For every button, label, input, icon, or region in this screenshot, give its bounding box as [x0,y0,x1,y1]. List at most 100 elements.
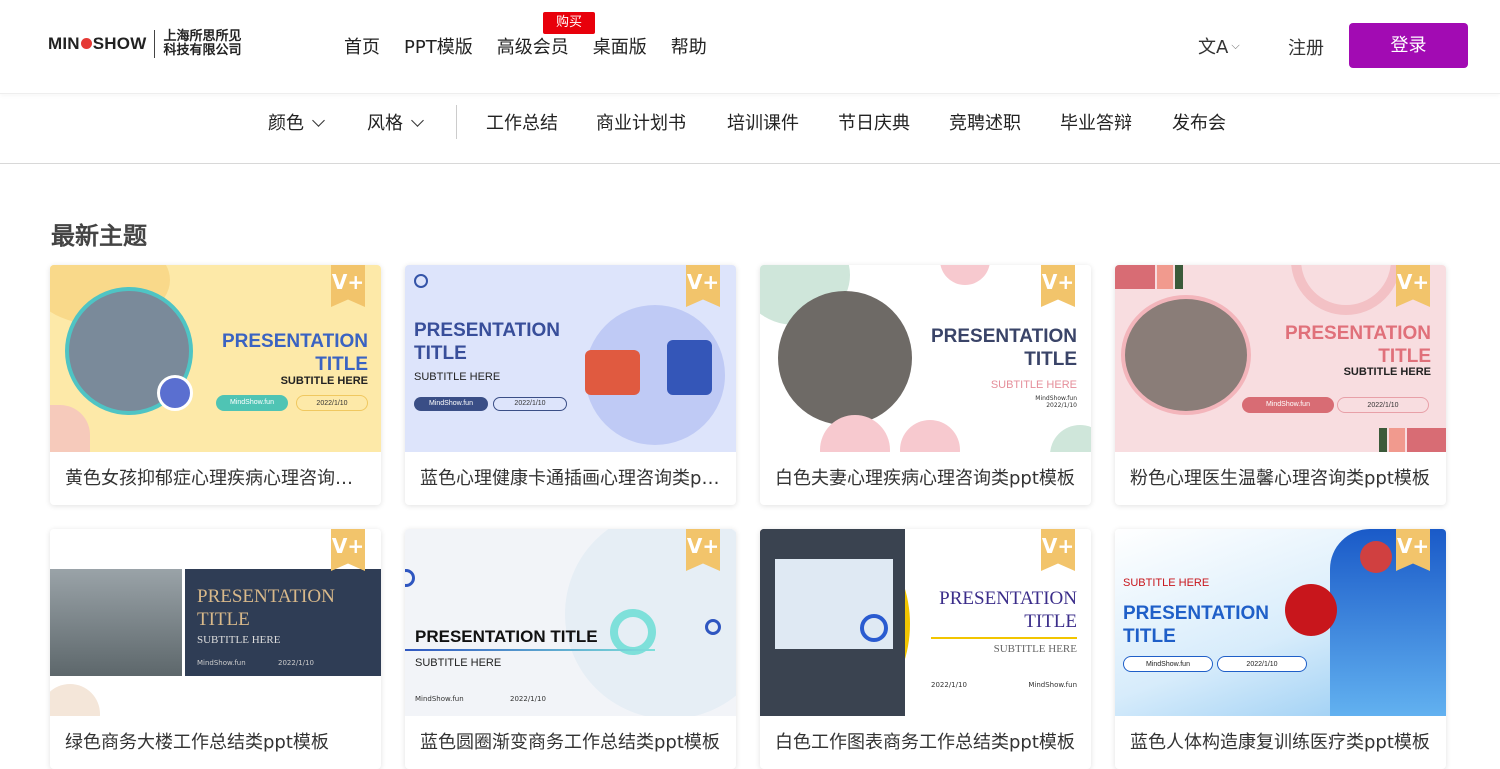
slide-subtitle: SUBTITLE HERE [197,634,281,646]
translate-icon: 文A [1198,37,1229,58]
slide-subtitle: SUBTITLE HERE [1343,366,1431,378]
logo-dot-icon [80,38,92,49]
category-training[interactable]: 培训课件 [727,109,799,135]
nav-ppt-templates[interactable]: PPT模版 [404,33,473,59]
slide-date: 2022/1/10 [1337,397,1429,413]
category-business-plan[interactable]: 商业计划书 [596,109,686,135]
slide-site: MindShow.fun [197,659,246,667]
buy-badge: 购买 [543,12,595,34]
slide-date: 2022/1/10 [493,397,567,411]
vip-badge-icon: V+ [331,265,365,307]
section-title: 最新主题 [51,222,147,250]
category-festival[interactable]: 节日庆典 [838,109,910,135]
nav-help[interactable]: 帮助 [671,33,707,59]
top-navbar: MIN SHOW 上海所思所见 科技有限公司 首页 PPT模版 高级会员 桌面版 … [0,0,1500,94]
template-name[interactable]: 绿色商务大楼工作总结类ppt模板 [50,716,381,769]
template-thumbnail: PRESENTATION TITLE SUBTITLE HERE MindShow… [405,265,736,452]
chevron-down-icon [312,114,325,127]
slide-subtitle: SUBTITLE HERE [1123,577,1210,589]
slide-site: MindShow.fun [216,395,288,411]
slide-meta: MindShow.fun 2022/1/10 [1035,395,1077,409]
slide-subtitle: SUBTITLE HERE [415,657,502,669]
photo-doctor [1121,295,1251,415]
template-card[interactable]: PRESENTATION TITLE SUBTITLE HERE MindShow… [50,265,381,505]
template-thumbnail: PRESENTATION TITLE SUBTITLE HERE MindShow… [50,265,381,452]
slide-title: PRESENTATION TITLE [197,586,335,630]
template-name[interactable]: 黄色女孩抑郁症心理疾病心理咨询类ppt模板 [50,452,381,505]
slide-title: PRESENTATION TITLE [1123,603,1270,647]
nav-home[interactable]: 首页 [344,33,380,59]
template-card[interactable]: PRESENTATION TITLE SUBTITLE HERE MindShow… [50,529,381,769]
template-card[interactable]: PRESENTATION TITLE SUBTITLE HERE MindShow… [405,265,736,505]
template-name[interactable]: 蓝色心理健康卡通插画心理咨询类ppt模板 [405,452,736,505]
template-name[interactable]: 蓝色人体构造康复训练医疗类ppt模板 [1115,716,1446,769]
login-button[interactable]: 登录 [1349,23,1468,68]
main-nav: 首页 PPT模版 高级会员 桌面版 帮助 [344,33,731,59]
slide-site: MindShow.fun [415,695,464,703]
template-thumbnail: PRESENTATION TITLE SUBTITLE HERE MindShow… [50,529,381,716]
slide-subtitle: SUBTITLE HERE [990,379,1077,391]
slide-site: MindShow.fun [1028,681,1077,689]
slide-title: PRESENTATION TITLE [415,627,598,646]
chevron-down-icon: ⌵ [1231,39,1240,52]
filter-style[interactable]: 风格 [367,109,424,135]
category-bar: 颜色 风格 工作总结 商业计划书 培训课件 节日庆典 竞聘述职 毕业答辩 发布会 [0,95,1500,164]
template-name[interactable]: 蓝色圆圈渐变商务工作总结类ppt模板 [405,716,736,769]
slide-title: PRESENTATION TITLE [414,320,561,364]
register-link[interactable]: 注册 [1288,34,1324,60]
vip-badge-icon: V+ [686,265,720,307]
template-card[interactable]: SUBTITLE HERE PRESENTATION TITLE MindShow… [1115,529,1446,769]
nav-premium[interactable]: 高级会员 [497,33,569,59]
template-name[interactable]: 粉色心理医生温馨心理咨询类ppt模板 [1115,452,1446,505]
slide-title: PRESENTATION TITLE [1284,323,1431,367]
template-thumbnail: PRESENTATION TITLE SUBTITLE HERE MindShow… [760,265,1091,452]
vip-badge-icon: V+ [1041,265,1075,307]
logo-company-line2: 科技有限公司 [163,43,242,58]
template-thumbnail: PRESENTATION TITLE SUBTITLE HERE MindShow… [1115,265,1446,452]
nav-desktop[interactable]: 桌面版 [593,33,647,59]
category-graduation[interactable]: 毕业答辩 [1060,109,1132,135]
vip-badge-icon: V+ [1396,265,1430,307]
logo-company-line1: 上海所思所见 [163,29,242,44]
template-thumbnail: SUBTITLE HERE PRESENTATION TITLE MindShow… [1115,529,1446,716]
logo-wordmark: MIN SHOW [48,34,147,53]
category-divider [456,105,457,139]
language-switcher[interactable]: 文A ⌵ [1198,33,1240,59]
slide-date: 2022/1/10 [296,395,368,411]
slide-date: 2022/1/10 [510,695,546,703]
template-thumbnail: PRESENTATION TITLE SUBTITLE HERE MindSho… [405,529,736,716]
slide-subtitle: SUBTITLE HERE [280,375,368,387]
template-card[interactable]: PRESENTATION TITLE SUBTITLE HERE MindShow… [1115,265,1446,505]
photo-buildings [50,569,182,676]
logo-company: 上海所思所见 科技有限公司 [163,30,241,58]
template-name[interactable]: 白色工作图表商务工作总结类ppt模板 [760,716,1091,769]
template-card[interactable]: PRESENTATION TITLE SUBTITLE HERE MindSho… [405,529,736,769]
vip-badge-icon: V+ [331,529,365,571]
chevron-down-icon [411,114,424,127]
filter-color[interactable]: 颜色 [268,109,325,135]
vip-badge-icon: V+ [1041,529,1075,571]
logo[interactable]: MIN SHOW 上海所思所见 科技有限公司 [48,30,241,58]
slide-title: PRESENTATION TITLE [939,588,1077,632]
template-name[interactable]: 白色夫妻心理疾病心理咨询类ppt模板 [760,452,1091,505]
slide-site: MindShow.fun [1242,397,1334,413]
slide-date: 2022/1/10 [278,659,314,667]
slide-site: MindShow.fun [1123,656,1213,672]
slide-subtitle: SUBTITLE HERE [414,371,501,383]
filter-color-label: 颜色 [268,113,304,134]
category-competition[interactable]: 竞聘述职 [949,109,1021,135]
template-card[interactable]: PRESENTATION TITLE SUBTITLE HERE MindShow… [760,265,1091,505]
template-card[interactable]: PRESENTATION TITLE SUBTITLE HERE 2022/1/1… [760,529,1091,769]
template-thumbnail: PRESENTATION TITLE SUBTITLE HERE 2022/1/1… [760,529,1091,716]
slide-subtitle: SUBTITLE HERE [993,643,1077,655]
slide-title: PRESENTATION TITLE [221,331,368,375]
filter-style-label: 风格 [367,113,403,134]
slide-site: MindShow.fun [414,397,488,411]
slide-date: 2022/1/10 [1217,656,1307,672]
logo-divider [154,30,156,58]
category-launch[interactable]: 发布会 [1172,109,1226,135]
category-work-summary[interactable]: 工作总结 [486,109,558,135]
photo-couple [778,291,912,425]
slide-title: PRESENTATION TITLE [930,326,1077,370]
slide-date: 2022/1/10 [931,681,967,689]
